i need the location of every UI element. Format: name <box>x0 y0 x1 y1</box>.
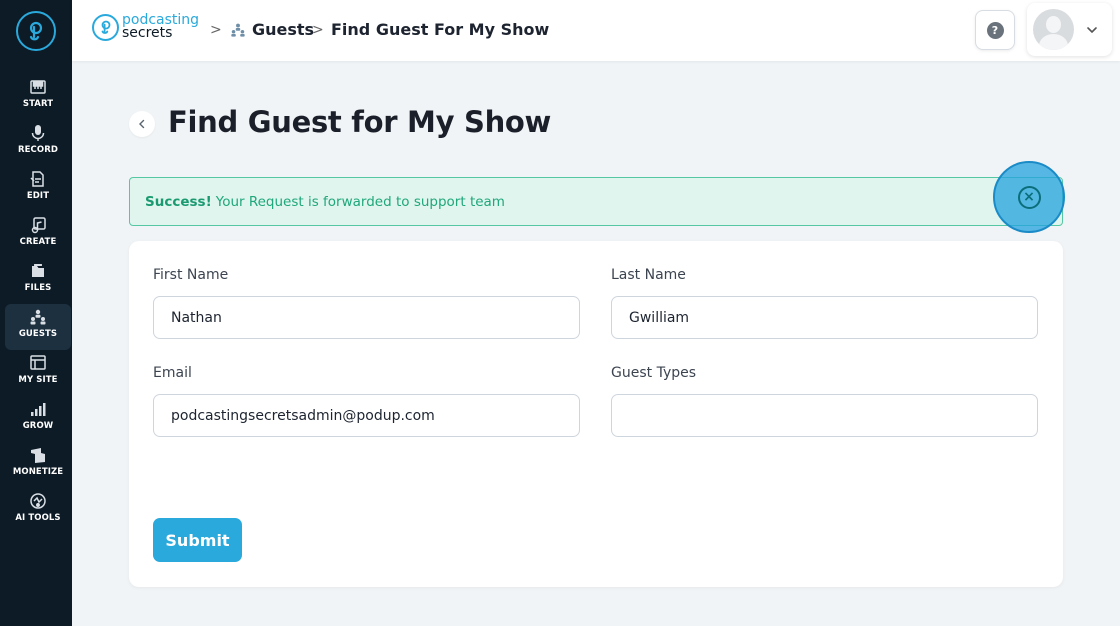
sidebar-item-label: START <box>22 99 54 109</box>
close-icon: × <box>1017 185 1041 209</box>
monetize-icon <box>31 448 45 463</box>
create-music-icon <box>31 217 46 234</box>
last-name-label: Last Name <box>611 267 686 283</box>
top-header: podcasting secrets > Guests > Find Guest… <box>72 0 1120 61</box>
success-alert: Success! Your Request is forwarded to su… <box>129 177 1063 226</box>
sidebar-item-start[interactable]: START <box>5 74 71 120</box>
sidebar-item-grow[interactable]: GROW <box>5 396 71 442</box>
first-name-label: First Name <box>153 267 229 283</box>
alert-strong: Success! <box>145 193 212 210</box>
guests-icon <box>30 309 46 325</box>
email-field[interactable] <box>153 394 580 437</box>
user-menu-button[interactable] <box>1027 3 1112 56</box>
brand-wordmark: podcasting secrets <box>122 13 199 41</box>
sidebar-item-label: GUESTS <box>18 329 58 339</box>
breadcrumb-separator-icon: > <box>210 22 222 38</box>
sidebar-item-record[interactable]: RECORD <box>5 120 71 166</box>
sidebar: START RECORD EDIT CREATE FILES GUESTS MY… <box>0 0 72 626</box>
piano-icon <box>30 80 46 94</box>
chevron-left-icon <box>139 119 145 129</box>
sidebar-item-create[interactable]: CREATE <box>5 212 71 258</box>
breadcrumb-section-label: Guests <box>252 20 315 39</box>
sidebar-item-monetize[interactable]: MONETIZE <box>5 442 71 488</box>
files-icon <box>32 264 44 277</box>
sidebar-item-label: MONETIZE <box>12 467 64 477</box>
microphone-icon <box>31 125 45 141</box>
sidebar-item-files[interactable]: FILES <box>5 258 71 304</box>
sidebar-item-label: RECORD <box>17 145 59 155</box>
sidebar-item-label: CREATE <box>19 237 57 247</box>
guest-types-field[interactable] <box>611 394 1038 437</box>
email-label: Email <box>153 365 192 381</box>
sidebar-item-label: EDIT <box>26 191 50 201</box>
last-name-field[interactable] <box>611 296 1038 339</box>
breadcrumb-guests[interactable]: Guests <box>230 20 314 39</box>
brand-logo[interactable]: podcasting secrets <box>92 12 199 42</box>
website-icon <box>30 355 46 370</box>
breadcrumb-separator-icon: > <box>312 22 324 38</box>
sidebar-item-label: GROW <box>22 421 54 431</box>
edit-file-icon <box>30 171 44 187</box>
help-icon: ? <box>986 21 1004 39</box>
alert-close-button[interactable]: × <box>993 161 1065 233</box>
sidebar-item-label: AI TOOLS <box>15 513 61 523</box>
guests-icon <box>231 23 245 37</box>
alert-message: Your Request is forwarded to support tea… <box>215 193 505 210</box>
ai-tools-icon <box>30 493 46 509</box>
help-button[interactable]: ? <box>975 10 1015 50</box>
sidebar-item-label: MY SITE <box>18 375 58 385</box>
sidebar-item-edit[interactable]: EDIT <box>5 166 71 212</box>
breadcrumb-current: Find Guest For My Show <box>331 20 550 39</box>
page-title: Find Guest for My Show <box>168 105 552 139</box>
avatar <box>1033 9 1074 50</box>
podcast-logo-icon <box>29 21 43 41</box>
brand-line2: secrets <box>122 25 173 41</box>
back-button[interactable] <box>129 111 155 137</box>
sidebar-item-label: FILES <box>24 283 52 293</box>
guest-form-card: First Name Last Name Email Guest Types S… <box>129 241 1063 587</box>
sidebar-item-guests[interactable]: GUESTS <box>5 304 71 350</box>
chevron-down-icon <box>1087 26 1097 33</box>
submit-button[interactable]: Submit <box>153 518 242 562</box>
guest-types-label: Guest Types <box>611 365 697 381</box>
first-name-field[interactable] <box>153 296 580 339</box>
brand-mark-icon <box>92 13 119 41</box>
sidebar-item-ai-tools[interactable]: AI TOOLS <box>5 488 71 534</box>
bar-chart-icon <box>31 403 46 416</box>
sidebar-item-my-site[interactable]: MY SITE <box>5 350 71 396</box>
app-logo[interactable] <box>16 11 56 51</box>
